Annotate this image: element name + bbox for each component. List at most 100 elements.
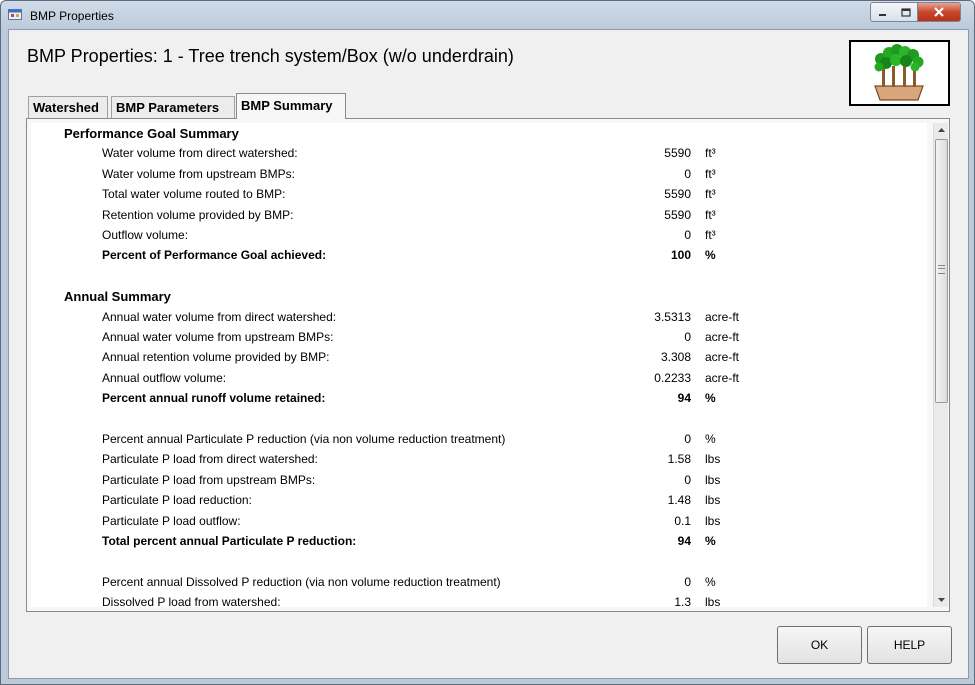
scroll-up-arrow-icon (937, 128, 945, 132)
tree-trench-icon (874, 44, 924, 101)
row-unit: lbs (705, 513, 721, 528)
row-label: Annual outflow volume: (102, 370, 227, 385)
row-value: 0.1 (674, 513, 691, 528)
summary-row: Retention volume provided by BMP: 5590 ft³ (31, 205, 927, 225)
row-unit: acre-ft (705, 370, 740, 385)
row-value: 3.5313 (654, 309, 691, 324)
summary-row: Percent annual Particulate P reduction (… (31, 429, 927, 449)
row-label: Annual water volume from upstream BMPs: (102, 330, 334, 344)
vertical-scrollbar[interactable] (933, 123, 948, 607)
row-label: Particulate P load from upstream BMPs: (102, 472, 316, 487)
row-label: Water volume from upstream BMPs: (102, 166, 295, 181)
row-unit: acre-ft (705, 350, 740, 365)
row-unit: % (705, 534, 716, 548)
row-unit: % (705, 391, 716, 406)
bmp-image (849, 40, 950, 106)
row-label: Annual water volume from direct watershe… (102, 309, 337, 324)
row-label: Annual retention volume provided by BMP: (102, 350, 330, 365)
bmp-summary-panel: Performance Goal Summary Water volume fro… (26, 118, 950, 612)
summary-row: Total percent annual Particulate P reduc… (31, 531, 927, 551)
summary-row: Percent of Performance Goal achieved: 100… (31, 245, 927, 265)
row-unit: lbs (705, 472, 721, 487)
row-value: 0 (684, 432, 691, 446)
row-value: 0 (684, 574, 691, 589)
row-label: Water volume from direct watershed: (102, 146, 298, 161)
row-value: 0 (684, 166, 691, 181)
summary-row: Annual water volume from upstream BMPs: 0… (31, 327, 927, 347)
row-label: Dissolved P load from watershed: (102, 595, 281, 607)
row-label: Percent annual Dissolved P reduction (vi… (102, 574, 501, 589)
row-label: Percent annual runoff volume retained: (102, 391, 326, 406)
row-unit: ft³ (705, 146, 716, 161)
bmp-properties-window: BMP Properties BMP Properties: 1 - Tree … (0, 0, 975, 685)
summary-row: Percent annual runoff volume retained: 94… (31, 388, 927, 408)
row-label: Particulate P load outflow: (102, 513, 241, 528)
row-unit: % (705, 574, 716, 589)
summary-row: Percent annual Dissolved P reduction (vi… (31, 572, 927, 592)
tab-bmp-parameters[interactable]: BMP Parameters (111, 96, 235, 118)
row-unit: lbs (705, 595, 721, 607)
maximize-icon (900, 7, 911, 17)
summary-content: Performance Goal Summary Water volume fro… (31, 123, 927, 607)
row-unit: % (705, 432, 716, 446)
row-value: 94 (677, 534, 691, 548)
scroll-thumb[interactable] (935, 139, 948, 403)
row-value: 100 (670, 248, 691, 263)
row-value: 1.58 (667, 452, 691, 467)
summary-row: Annual retention volume provided by BMP:… (31, 347, 927, 367)
summary-row: Annual water volume from direct watershe… (31, 307, 927, 327)
maximize-button[interactable] (894, 2, 918, 22)
help-button[interactable]: HELP (867, 626, 952, 664)
section-title: Annual Summary (64, 289, 171, 305)
summary-row: Outflow volume: 0 ft³ (31, 225, 927, 245)
row-value: 1.48 (667, 493, 691, 508)
row-label: Percent annual Particulate P reduction (… (102, 432, 506, 446)
row-label: Particulate P load reduction: (102, 493, 252, 508)
section-title: Performance Goal Summary (64, 126, 239, 141)
ok-button[interactable]: OK (777, 626, 862, 664)
row-unit: lbs (705, 452, 721, 467)
row-unit: acre-ft (705, 309, 740, 324)
minimize-button[interactable] (870, 2, 895, 22)
summary-row: Particulate P load outflow: 0.1 lbs (31, 511, 927, 531)
row-label: Particulate P load from direct watershed… (102, 452, 318, 467)
summary-row: Water volume from upstream BMPs: 0 ft³ (31, 164, 927, 184)
row-value: 5590 (664, 146, 691, 161)
row-value: 0 (684, 330, 691, 344)
row-value: 0 (684, 228, 691, 242)
row-label: Outflow volume: (102, 228, 189, 242)
row-label: Total water volume routed to BMP: (102, 187, 286, 202)
row-value: 5590 (664, 207, 691, 222)
summary-row: Particulate P load from direct watershed… (31, 449, 927, 469)
row-value: 5590 (664, 187, 691, 202)
row-value: 94 (677, 391, 691, 406)
row-unit: % (705, 248, 716, 263)
row-value: 0 (684, 472, 691, 487)
row-unit: ft³ (705, 166, 716, 181)
dialog-client-area: BMP Properties: 1 - Tree trench system/B… (8, 29, 969, 679)
row-unit: ft³ (705, 228, 716, 242)
row-label: Retention volume provided by BMP: (102, 207, 294, 222)
window-title: BMP Properties (30, 9, 114, 23)
summary-row: Dissolved P load from watershed: 1.3 lbs (31, 592, 927, 607)
summary-row: Water volume from direct watershed: 5590 f… (31, 143, 927, 163)
close-icon (934, 7, 944, 17)
row-value: 1.3 (674, 595, 691, 607)
thumb-grip-icon (938, 265, 945, 274)
title-bar: BMP Properties (1, 1, 974, 29)
row-label: Percent of Performance Goal achieved: (102, 248, 327, 263)
section-header: Performance Goal Summary (31, 123, 927, 143)
row-unit: acre-ft (705, 330, 740, 344)
scroll-down-button[interactable] (934, 593, 948, 607)
app-window-icon[interactable] (8, 7, 22, 21)
scroll-up-button[interactable] (934, 123, 948, 137)
row-unit: lbs (705, 493, 721, 508)
scroll-down-arrow-icon (937, 598, 945, 602)
tab-bmp-summary[interactable]: BMP Summary (236, 93, 346, 119)
tab-watershed[interactable]: Watershed (28, 96, 108, 118)
dialog-title: BMP Properties: 1 - Tree trench system/B… (27, 46, 514, 66)
row-label: Total percent annual Particulate P reduc… (102, 534, 357, 548)
row-value: 0.2233 (654, 370, 691, 385)
close-button[interactable] (918, 2, 961, 22)
summary-row: Particulate P load from upstream BMPs: 0 l… (31, 470, 927, 490)
